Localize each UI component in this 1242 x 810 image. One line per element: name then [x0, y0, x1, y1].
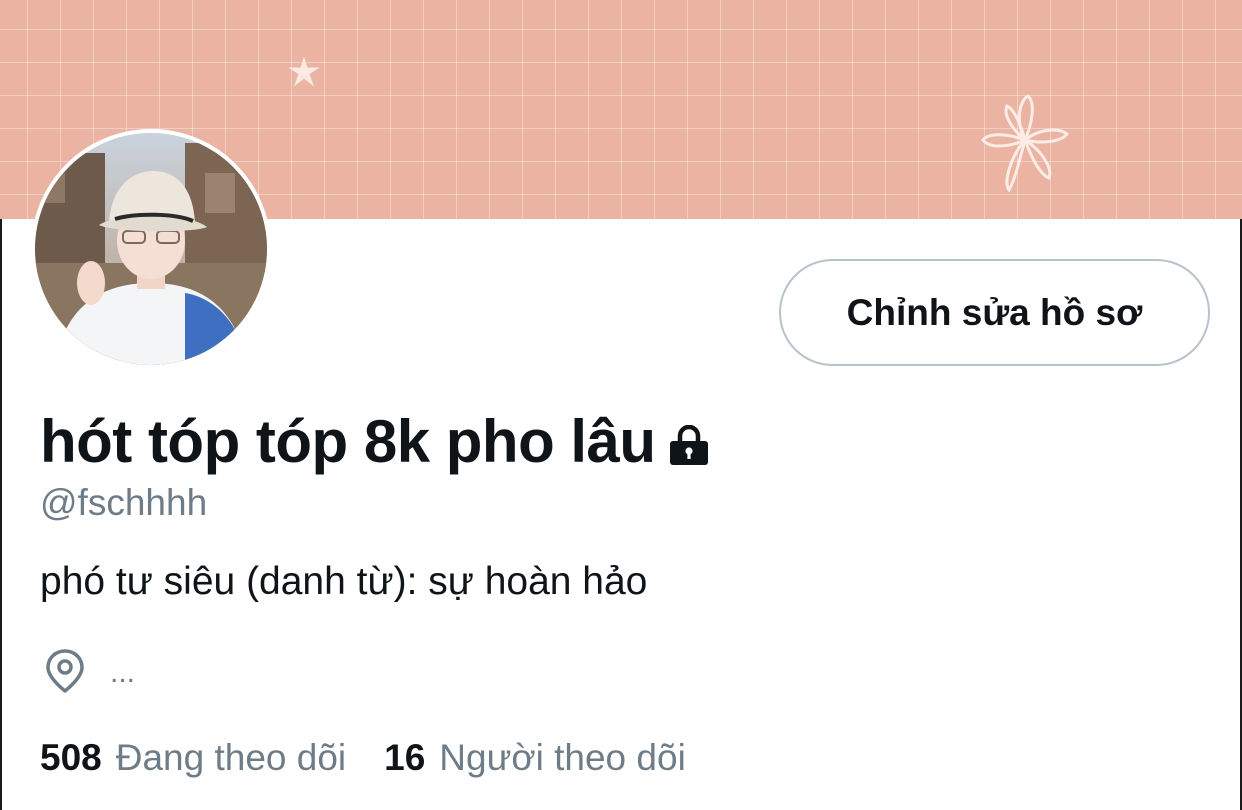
avatar-photo [35, 133, 267, 365]
flower-doodle-icon [981, 94, 1070, 193]
star-sparkle-icon [288, 56, 320, 87]
bio: phó tư siêu (danh từ): sự hoàn hảo [40, 560, 648, 603]
following-label: Đang theo dõi [115, 737, 347, 778]
followers-count: 16 [384, 737, 426, 778]
location-row: ... [44, 648, 135, 694]
display-name-text: hót tóp tóp 8k pho lâu [40, 408, 656, 475]
profile-page: Chỉnh sửa hồ sơ hót tóp tóp 8k pho lâu @… [0, 0, 1242, 810]
lock-icon [666, 410, 712, 479]
map-pin-icon [46, 649, 84, 693]
display-name: hót tóp tóp 8k pho lâu [40, 404, 712, 479]
avatar[interactable] [31, 129, 271, 369]
following-count: 508 [40, 737, 102, 778]
follow-stats: 508 Đang theo dõi 16 Người theo dõi [40, 737, 686, 779]
followers-label: Người theo dõi [439, 737, 686, 778]
followers-link[interactable]: 16 Người theo dõi [384, 737, 686, 779]
location-text: ... [110, 656, 136, 689]
handle: @fschhhh [40, 482, 208, 523]
following-link[interactable]: 508 Đang theo dõi [40, 737, 346, 779]
edit-profile-button[interactable]: Chỉnh sửa hồ sơ [779, 259, 1210, 366]
